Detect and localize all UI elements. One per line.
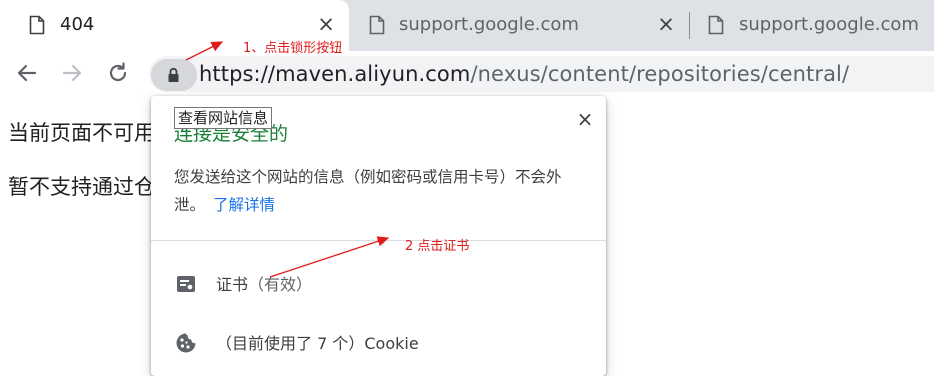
tab-close-button[interactable]: × [315, 12, 337, 36]
certificate-icon [177, 276, 195, 292]
popup-close-button[interactable]: × [575, 107, 595, 131]
cookie-label: （目前使用了 7 个）Cookie [216, 334, 419, 353]
document-icon [369, 15, 385, 35]
tab-close-button[interactable]: × [655, 12, 677, 36]
tab-title: support.google.com [739, 14, 919, 35]
annotation-step1: 1、点击锁形按钮 [243, 41, 343, 56]
certificate-row[interactable]: 证书（有效） [151, 263, 606, 303]
document-icon [29, 15, 45, 35]
annotation-step2: 2 点击证书 [405, 239, 470, 254]
page-heading: 当前页面不可用 [8, 121, 155, 145]
cookie-row[interactable]: （目前使用了 7 个）Cookie [151, 322, 606, 362]
reload-icon[interactable] [104, 59, 132, 87]
tab-support-google-1[interactable]: support.google.com × [349, 0, 689, 51]
url-host: https://maven.aliyun.com [199, 62, 471, 86]
certificate-text: 证书 [216, 275, 249, 294]
tab-support-google-2[interactable]: support.google.com [690, 0, 934, 51]
document-icon [708, 15, 724, 35]
site-info-popup: 连接是安全的 查看网站信息 × 您发送给这个网站的信息（例如密码或信用卡号）不会… [151, 96, 606, 376]
url-text[interactable]: https://maven.aliyun.com/nexus/content/r… [199, 62, 849, 86]
tab-strip: 404 × support.google.com × support.googl… [0, 0, 934, 51]
forward-arrow-icon[interactable] [58, 59, 86, 87]
popup-description: 您发送给这个网站的信息（例如密码或信用卡号）不会外泄。 了解详情 [174, 163, 590, 219]
toolbar: https://maven.aliyun.com/nexus/content/r… [0, 51, 934, 96]
tab-title: 404 [60, 14, 95, 35]
cookie-icon [176, 333, 196, 353]
certificate-status: （有效） [248, 275, 313, 294]
certificate-label: 证书（有效） [216, 271, 312, 295]
view-site-info-tooltip: 查看网站信息 [174, 107, 273, 129]
popup-divider [151, 240, 606, 241]
url-path: /nexus/content/repositories/central/ [470, 62, 850, 86]
back-arrow-icon[interactable] [13, 59, 41, 87]
learn-more-link[interactable]: 了解详情 [213, 196, 275, 214]
tab-title: support.google.com [399, 14, 579, 35]
lock-icon[interactable] [167, 67, 180, 83]
